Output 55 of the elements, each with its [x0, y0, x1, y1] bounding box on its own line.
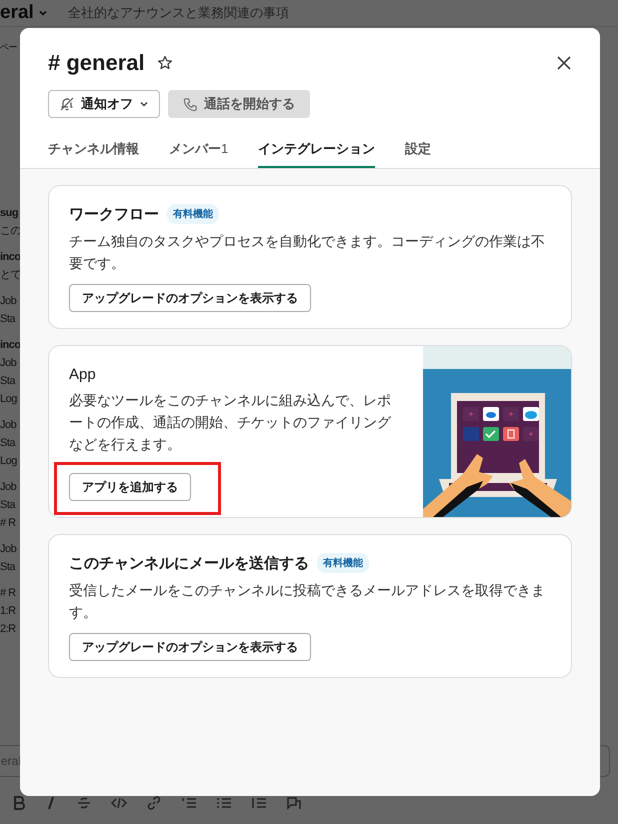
- chevron-down-icon: [38, 8, 48, 18]
- italic-icon[interactable]: [45, 795, 57, 811]
- message-text: Log: [0, 454, 18, 469]
- message-text: sug: [0, 206, 20, 221]
- message-text: # R: [0, 586, 17, 601]
- message-text: Sta: [0, 436, 16, 451]
- message-text: 1:R: [0, 604, 17, 619]
- message-text: inco: [0, 250, 22, 265]
- strikethrough-icon[interactable]: [76, 795, 92, 811]
- bold-icon[interactable]: [12, 795, 26, 811]
- channel-topic: 全社的なアナウンスと業務関連の事項: [68, 4, 289, 22]
- card-title: このチャンネルにメールを送信する: [69, 554, 309, 572]
- card-title: App: [69, 366, 96, 383]
- message-text: Job: [0, 356, 18, 371]
- tab[interactable]: インテグレーション: [258, 132, 376, 168]
- card-description: 必要なツールをこのチャンネルに組み込んで、レポートの作成、通話の開始、チケットのファイリングなどを行えます。: [69, 391, 392, 454]
- message-text: Job: [0, 480, 18, 495]
- message-text: とて: [0, 268, 22, 283]
- numbered-list-icon[interactable]: [181, 795, 197, 811]
- tab[interactable]: チャンネル情報: [48, 132, 139, 168]
- message-text: Sta: [0, 560, 16, 575]
- tab-label: ペー: [0, 41, 18, 54]
- card-title: ワークフロー: [69, 204, 159, 224]
- star-icon[interactable]: [156, 55, 173, 71]
- phone-icon: [183, 96, 198, 112]
- message-text: Log: [0, 392, 18, 407]
- card-action-button[interactable]: アップグレードのオプションを表示する: [69, 633, 311, 661]
- card-description: 受信したメールをこのチャンネルに投稿できるメールアドレスを取得できます。: [69, 581, 546, 622]
- message-text: 2:R: [0, 622, 17, 637]
- message-text: Sta: [0, 498, 16, 513]
- card-action-button[interactable]: アプリを追加する: [69, 473, 191, 501]
- code-icon[interactable]: [111, 795, 127, 811]
- tab[interactable]: 設定: [405, 132, 432, 168]
- link-icon[interactable]: [146, 795, 162, 811]
- bell-off-icon: [59, 96, 75, 112]
- chevron-down-icon: [139, 99, 149, 109]
- close-icon[interactable]: [556, 55, 572, 71]
- paid-feature-badge: 有料機能: [317, 553, 369, 573]
- indent-list-icon[interactable]: [251, 795, 267, 811]
- bulleted-list-icon[interactable]: [216, 795, 232, 811]
- start-call-button[interactable]: 通話を開始する: [168, 90, 310, 118]
- dialog-title: # general: [48, 50, 145, 76]
- message-text: inco: [0, 338, 22, 353]
- card-description: チーム独自のタスクやプロセスを自動化できます。コーディングの作業は不要です。: [69, 232, 546, 273]
- paid-feature-badge: 有料機能: [167, 204, 219, 224]
- message-text: Job: [0, 418, 18, 433]
- card-action-button[interactable]: アップグレードのオプションを表示する: [69, 284, 311, 312]
- message-text: # R: [0, 516, 17, 531]
- message-text: Job: [0, 542, 18, 557]
- notification-dropdown[interactable]: 通知オフ: [48, 90, 160, 118]
- tab[interactable]: メンバー1: [169, 132, 228, 168]
- message-text: Sta: [0, 374, 16, 389]
- message-text: Job: [0, 294, 18, 309]
- message-text: Sta: [0, 312, 16, 327]
- quote-icon[interactable]: [286, 795, 302, 811]
